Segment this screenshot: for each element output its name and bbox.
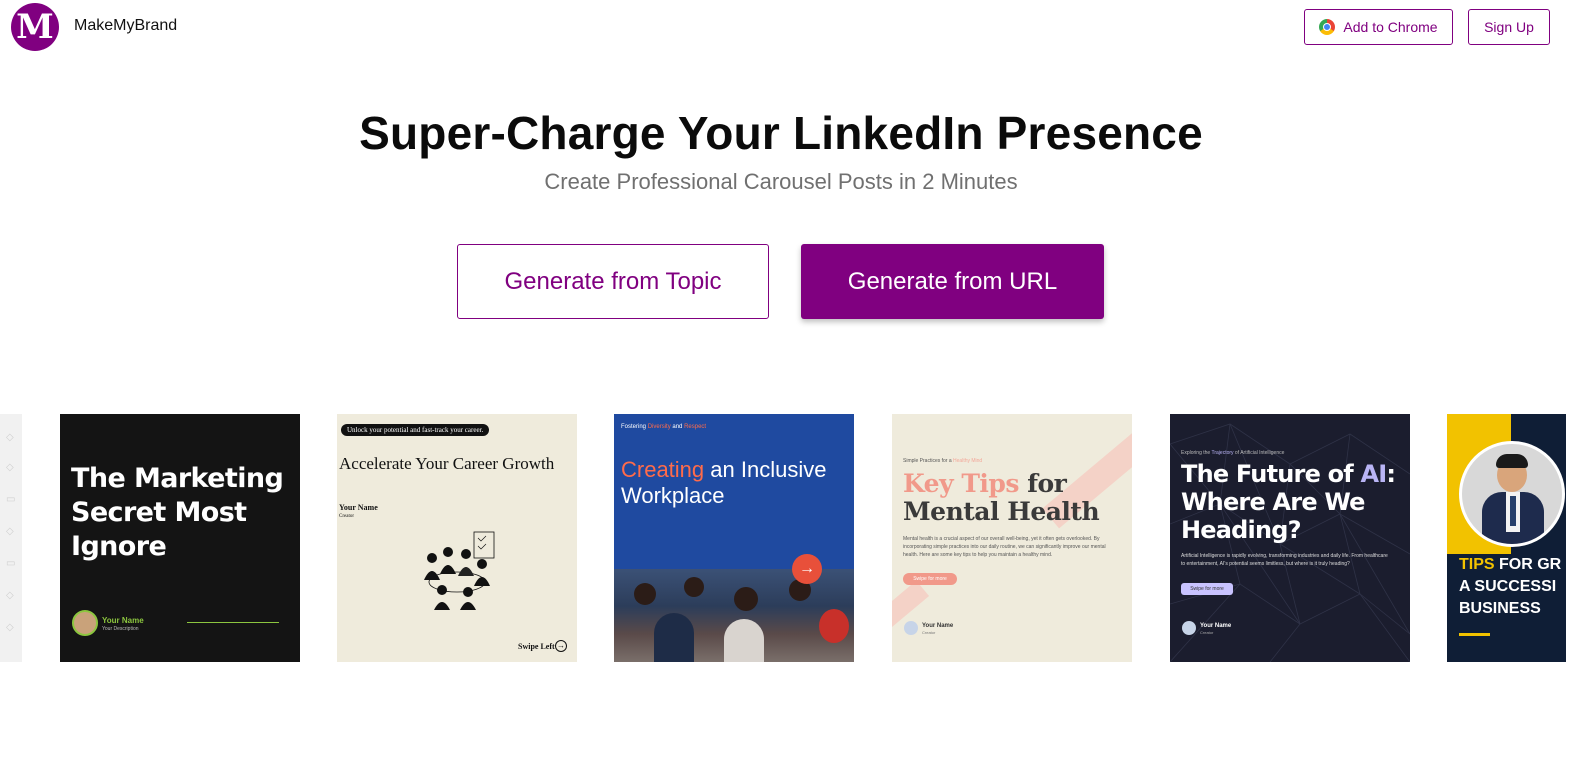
generate-from-topic-button[interactable]: Generate from Topic <box>457 244 769 319</box>
portrait-photo <box>1459 441 1565 547</box>
avatar <box>72 610 98 636</box>
decor-stripe <box>892 580 930 648</box>
page: M MakeMyBrand Add to Chrome Sign Up Supe… <box>0 0 1582 761</box>
carousel-card-partial-left[interactable]: ◇ ◇ ▭ ◇ ▭ ◇ ◇ <box>0 414 22 662</box>
card-author-name: Your Name <box>102 616 144 625</box>
card-title: The Marketing Secret Most Ignore <box>71 463 284 562</box>
swipe-for-more-badge: Swipe for more <box>1181 583 1233 595</box>
arrow-right-icon: → <box>792 554 822 584</box>
card-title: Creating an Inclusive Workplace <box>621 457 827 508</box>
card-author-description: Your Description <box>102 626 139 632</box>
logo-letter: M <box>16 7 54 47</box>
meeting-illustration <box>424 531 495 610</box>
carousel-card-business-tips[interactable]: TIPS FOR GR A SUCCESSI BUSINESS <box>1447 414 1566 662</box>
card-tagline: Unlock your potential and fast-track you… <box>341 424 490 436</box>
sign-up-button[interactable]: Sign Up <box>1468 9 1550 45</box>
swipe-left-label: Swipe Left <box>518 642 555 651</box>
add-to-chrome-label: Add to Chrome <box>1343 19 1438 35</box>
carousel-card-mental-health[interactable]: Simple Practices for a Healthy Mind Key … <box>892 414 1132 662</box>
card-kicker: Exploring the Trajectory of Artificial I… <box>1181 450 1285 456</box>
card-title: The Future of AI: Where Are We Heading? <box>1181 460 1396 544</box>
brand-name[interactable]: MakeMyBrand <box>74 17 177 35</box>
arrow-right-icon: → <box>555 640 567 652</box>
carousel-card-inclusive[interactable]: Fostering Diversity and Respect Creating… <box>614 414 854 662</box>
swipe-for-more-badge: Swipe for more <box>903 573 957 585</box>
hero-title: Super-Charge Your LinkedIn Presence <box>359 107 1203 159</box>
avatar <box>904 621 918 635</box>
card-author-name: Your Name <box>1200 623 1232 629</box>
card-body: Artificial Intelligence is rapidly evolv… <box>1181 553 1388 567</box>
generate-from-url-button[interactable]: Generate from URL <box>801 244 1104 319</box>
carousel-card-ai-future[interactable]: Exploring the Trajectory of Artificial I… <box>1170 414 1410 662</box>
card-author-role: Creator <box>339 514 354 519</box>
hero-subtitle: Create Professional Carousel Posts in 2 … <box>544 169 1018 194</box>
card-author-role: Creator <box>922 630 936 635</box>
card-author-name: Your Name <box>922 623 954 629</box>
card-kicker: Simple Practices for a Healthy Mind <box>903 458 983 464</box>
carousel-card-career[interactable]: Unlock your potential and fast-track you… <box>337 414 577 662</box>
card-title: Key Tips for Mental Health <box>903 469 1100 526</box>
logo[interactable]: M <box>11 3 59 51</box>
accent-bar <box>1459 633 1490 636</box>
carousel-card-marketing[interactable]: The Marketing Secret Most Ignore Your Na… <box>60 414 300 662</box>
chrome-icon <box>1319 19 1336 35</box>
card-author-role: Creator <box>1200 630 1214 635</box>
divider <box>187 622 279 623</box>
add-to-chrome-button[interactable]: Add to Chrome <box>1304 9 1453 45</box>
card-title: Accelerate Your Career Growth <box>339 454 555 473</box>
avatar <box>1182 621 1196 635</box>
card-author-name: Your Name <box>339 503 378 512</box>
card-body: Mental health is a crucial aspect of our… <box>903 536 1106 558</box>
card-kicker: Fostering Diversity and Respect <box>621 424 707 430</box>
card-title: TIPS FOR GR A SUCCESSI BUSINESS <box>1459 556 1562 617</box>
team-photo <box>614 569 854 662</box>
